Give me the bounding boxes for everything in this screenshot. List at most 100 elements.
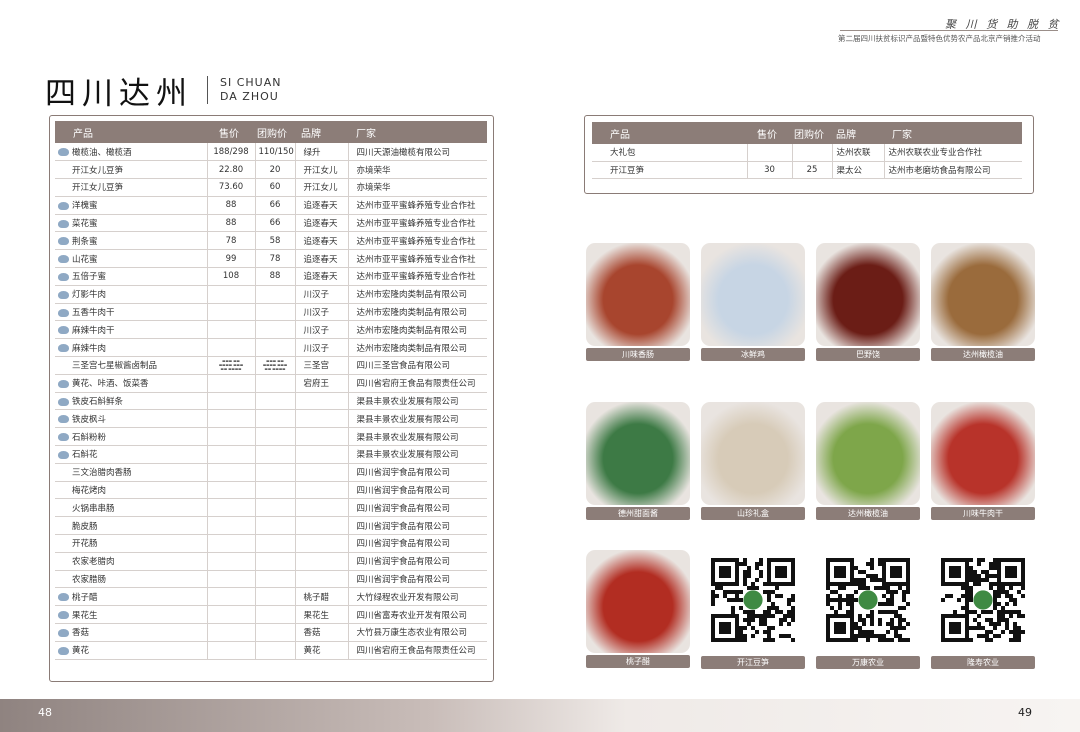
table-row: 开江女儿豆笋 22.80 20 开江女儿 亦境荣华 (55, 160, 487, 180)
maker-cell-text: 亦境荣华 (356, 183, 391, 194)
brand-cell (295, 409, 349, 429)
maker-cell-text: 四川省宕府王食品有限责任公司 (356, 646, 476, 657)
product-cell: 黄花、咔酒、饭菜香 (55, 374, 208, 393)
group-price-cell (255, 463, 296, 482)
maker-cell: 大竹绿程农业开发有限公司 (348, 587, 487, 607)
brand-cell-text: 川汉子 (303, 343, 330, 354)
poverty-label-icon (58, 148, 69, 157)
price-cell-text: 22.80 (218, 164, 244, 175)
header-group-price: 团购价 (792, 122, 832, 144)
product-cell-text: 开花肠 (72, 539, 98, 550)
header-price: 售价 (747, 122, 792, 144)
brand-cell (295, 570, 349, 589)
brand-cell: 开江女儿 (295, 160, 349, 180)
product-photo (816, 243, 920, 346)
maker-cell: 四川省富寿农业开发有限公司 (348, 605, 487, 625)
product-card: 川味牛肉干 (931, 402, 1035, 520)
right-product-table: 产品 售价 团购价 品牌 厂家 大礼包 达州农联 达州农联农业专业合作社 开江豆笋 30… (592, 122, 1022, 179)
poverty-label-icon (58, 469, 69, 477)
group-price-cell (255, 445, 296, 464)
product-cell: 三文治腊肉香肠 (55, 463, 208, 482)
product-cell-text: 菜花蜜 (72, 219, 98, 230)
brand-cell (295, 481, 349, 500)
product-photo (816, 402, 920, 505)
table-row: 五倍子蜜 108 88 追逐春天 达州市亚平蜜蜂养殖专业合作社 (55, 267, 487, 286)
price-cell (207, 320, 256, 340)
product-cell-text: 火锅串串肠 (72, 503, 115, 514)
header-price: 售价 (207, 121, 255, 143)
product-cell: 麻辣牛肉干 (55, 320, 208, 340)
brand-cell: 追逐春天 (295, 249, 349, 269)
product-cell: 开江豆笋 (592, 161, 748, 179)
brand-cell: 追逐春天 (295, 267, 349, 286)
maker-cell-text: 达州市宏隆肉类制品有限公司 (356, 290, 468, 301)
brand-cell: 追逐春天 (295, 231, 349, 251)
header-maker: 厂家 (884, 122, 1022, 144)
brand-cell (295, 427, 349, 447)
group-price-cell-text: 88 (269, 271, 281, 282)
maker-cell: 四川省润宇食品有限公司 (348, 463, 487, 482)
table-row: 五香牛肉干 川汉子 达州市宏隆肉类制品有限公司 (55, 303, 487, 322)
group-price-cell (255, 320, 296, 340)
brand-cell-text: 黄花 (303, 646, 321, 657)
product-cell-text: 黄花 (72, 646, 90, 657)
poverty-label-icon (58, 379, 69, 388)
brand-cell-text: 追逐春天 (303, 201, 338, 212)
poverty-label-icon (58, 646, 69, 655)
right-table-header: 产品 售价 团购价 品牌 厂家 (592, 122, 1022, 144)
table-row: 大礼包 达州农联 达州农联农业专业合作社 (592, 144, 1022, 162)
price-cell (207, 516, 256, 536)
maker-cell: 亦境荣华 (348, 178, 487, 197)
maker-cell-text: 达州市亚平蜜蜂养殖专业合作社 (356, 236, 476, 247)
header-subtitle: 第二届四川扶贫标识产品暨特色优势农产品北京产销推介活动 (838, 34, 1041, 43)
product-card: 巴野饶 (816, 243, 920, 361)
group-price-cell (255, 570, 296, 589)
maker-cell-text: 四川省润宇食品有限公司 (356, 575, 451, 586)
table-row: 三文治腊肉香肠 四川省润宇食品有限公司 (55, 463, 487, 482)
poverty-label-icon (58, 522, 69, 530)
price-cell (207, 427, 256, 447)
group-price-cell (255, 427, 296, 447)
group-price-cell: 60 (255, 178, 296, 197)
group-price-cell (255, 409, 296, 429)
price-cell-text: 88 (225, 200, 237, 211)
brand-cell: 开江女儿 (295, 178, 349, 197)
group-price-cell (255, 338, 296, 358)
price-cell-text: 88 (225, 218, 237, 229)
maker-cell-text: 达州市宏隆肉类制品有限公司 (356, 325, 468, 336)
brand-cell: 达州农联 (832, 144, 885, 162)
product-photo (931, 402, 1035, 505)
group-price-cell-text: 58 (269, 235, 281, 246)
brand-cell: 桃子醋 (295, 587, 349, 607)
poverty-label-icon (58, 576, 69, 584)
product-cell: 五香牛肉干 (55, 303, 208, 322)
price-cell: 78 (207, 231, 256, 251)
price-cell-text: 188/298 (213, 146, 249, 157)
brand-cell-text: 川汉子 (303, 308, 330, 319)
product-cell: 桃子醋 (55, 587, 208, 607)
maker-cell: 达州市宏隆肉类制品有限公司 (348, 285, 487, 304)
header-maker: 厂家 (348, 121, 487, 143)
price-cell: 88 (207, 196, 256, 215)
product-cell-text: 五香牛肉干 (72, 308, 115, 319)
price-cell: 22.80 (207, 160, 256, 180)
product-caption: 桃子醋 (586, 655, 690, 668)
fine-print-placeholder: ▬▬▬ ▬▬ ▬▬▬▬ ▬▬▬ ▬▬ ▬▬▬▬ (218, 359, 244, 372)
brand-cell-text: 开江女儿 (303, 183, 338, 194)
maker-cell: 四川三圣宫食品有限公司 (348, 356, 487, 375)
price-cell (207, 570, 256, 589)
maker-cell-text: 四川省润宇食品有限公司 (356, 503, 451, 514)
group-price-cell (255, 392, 296, 411)
price-cell (207, 285, 256, 304)
brand-cell: 川汉子 (295, 320, 349, 340)
product-cell: 三圣宫七星椒酱卤制品 (55, 356, 208, 375)
header-group-price: 团购价 (255, 121, 295, 143)
product-card: 山珍礼盒 (701, 402, 805, 520)
table-row: 洋槐蜜 88 66 追逐春天 达州市亚平蜜蜂养殖专业合作社 (55, 196, 487, 215)
brand-cell: 果花生 (295, 605, 349, 625)
maker-cell-text: 达州市宏隆肉类制品有限公司 (356, 343, 468, 354)
table-row: 荆条蜜 78 58 追逐春天 达州市亚平蜜蜂养殖专业合作社 (55, 231, 487, 251)
group-price-cell: 88 (255, 267, 296, 286)
price-cell-text: 73.60 (218, 182, 244, 193)
product-cell-text: 铁皮枫斗 (72, 414, 107, 425)
